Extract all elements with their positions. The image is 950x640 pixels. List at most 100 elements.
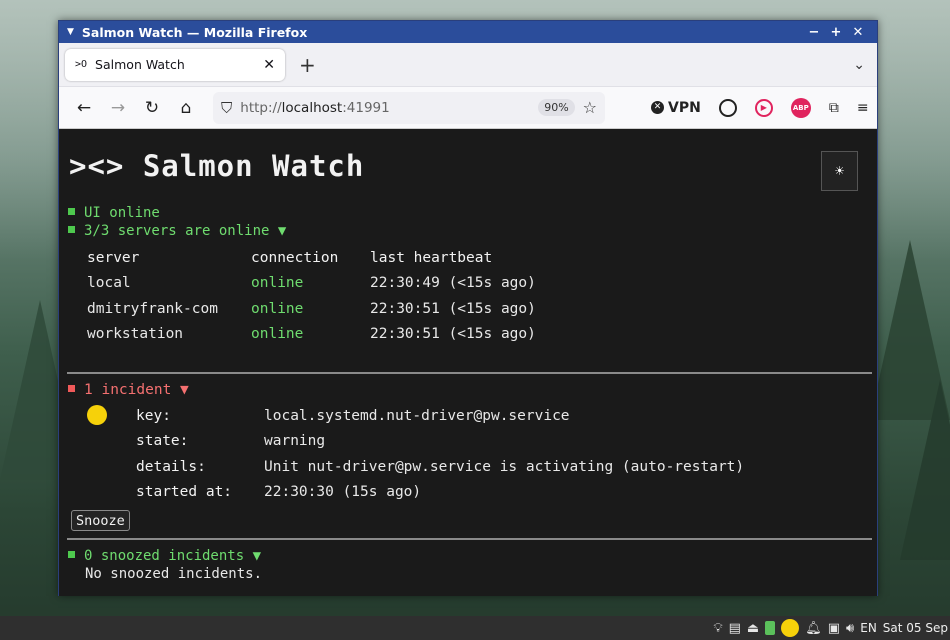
clipboard-icon[interactable]: ▤: [729, 621, 741, 636]
tab-salmon-watch[interactable]: >O Salmon Watch ✕: [65, 48, 285, 81]
alert-status-icon: [68, 385, 75, 392]
incident-field: key: local.systemd.nut-driver@pw.service: [136, 403, 744, 429]
adblock-icon: ABP: [790, 97, 811, 118]
video-extension-button[interactable]: ▶: [754, 93, 773, 123]
app-menu-button[interactable]: ≡: [857, 93, 869, 123]
table-row: dmitryfrank-com online 22:30:51 (<15s ag…: [87, 296, 536, 322]
last-heartbeat: 22:30:49 (<15s ago): [370, 275, 536, 292]
tab-favicon-icon: >O: [75, 59, 88, 70]
snoozed-status-toggle[interactable]: 0 snoozed incidents ▼: [68, 548, 261, 564]
field-key: key:: [136, 407, 171, 424]
lightbulb-icon[interactable]: 💡︎: [714, 621, 723, 636]
section-divider: [67, 538, 872, 540]
last-heartbeat: 22:30:51 (<15s ago): [370, 300, 536, 317]
table-row: workstation online 22:30:51 (<15s ago): [87, 322, 536, 348]
connection-status: online: [251, 326, 304, 343]
field-key: started at:: [136, 484, 233, 501]
url-port: :41991: [342, 99, 390, 116]
window-title: Salmon Watch — Mozilla Firefox: [81, 24, 308, 40]
incidents-status-label: 1 incident ▼: [84, 382, 189, 398]
ok-status-icon: [68, 226, 75, 233]
field-value: Unit nut-driver@pw.service is activating…: [264, 458, 745, 475]
incident-details: key: local.systemd.nut-driver@pw.service …: [136, 403, 744, 505]
back-button[interactable]: ←: [67, 93, 101, 123]
tab-bar: >O Salmon Watch ✕ + ⌄: [59, 43, 877, 87]
field-key: details:: [136, 458, 206, 475]
theme-toggle-button[interactable]: ☀: [821, 151, 858, 191]
server-name: workstation: [87, 326, 184, 343]
browser-window: ▼ Salmon Watch — Mozilla Firefox − + ✕ >…: [58, 20, 878, 596]
tab-list-chevron-icon[interactable]: ⌄: [853, 57, 865, 73]
close-window-button[interactable]: ✕: [847, 25, 869, 40]
vpn-icon: ✕: [651, 101, 664, 114]
snoozed-status-label: 0 snoozed incidents ▼: [84, 548, 262, 564]
close-tab-icon[interactable]: ✕: [263, 57, 275, 73]
header-last-heartbeat: last heartbeat: [370, 249, 493, 266]
ok-status-icon: [68, 551, 75, 558]
tree: [900, 380, 950, 560]
volume-icon[interactable]: 🔊︎: [846, 621, 854, 636]
table-row: local online 22:30:49 (<15s ago): [87, 271, 536, 297]
field-value: warning: [264, 433, 326, 450]
maximize-button[interactable]: +: [825, 25, 847, 40]
zoom-level-badge[interactable]: 90%: [538, 99, 575, 116]
minimize-button[interactable]: −: [803, 25, 825, 40]
account-button[interactable]: [718, 93, 737, 123]
shield-icon[interactable]: ⛉: [221, 99, 232, 117]
last-heartbeat: 22:30:51 (<15s ago): [370, 326, 536, 343]
url-bar[interactable]: ⛉ http://localhost:41991 90% ☆: [213, 91, 605, 124]
lock-icon[interactable]: [765, 621, 776, 635]
servers-status-label: 3/3 servers are online ▼: [84, 223, 287, 239]
bookmark-star-icon[interactable]: ☆: [583, 98, 597, 117]
clock[interactable]: Sat 05 Sep: [883, 621, 948, 635]
vpn-extension-button[interactable]: ✕ VPN: [651, 93, 701, 123]
snooze-button[interactable]: Snooze: [71, 510, 130, 531]
server-name: local: [87, 275, 131, 292]
url-host: localhost: [281, 99, 343, 116]
url-text[interactable]: http://localhost:41991: [240, 100, 538, 116]
ui-status: UI online: [68, 205, 160, 221]
table-header: server connection last heartbeat: [87, 245, 536, 271]
play-icon: ▶: [754, 98, 773, 117]
vpn-label: VPN: [668, 99, 701, 116]
tab-label: Salmon Watch: [95, 57, 185, 72]
snoozed-empty-message: No snoozed incidents.: [85, 566, 263, 582]
warning-indicator-icon: [87, 405, 107, 425]
system-tray: 💡︎ ▤ ⏏ 🔔︎ ▣ 🔊︎ EN Sat 05 Sep: [714, 616, 950, 640]
reload-button[interactable]: ↻: [135, 93, 169, 123]
adblock-extension-button[interactable]: ABP: [790, 93, 811, 123]
window-menu-icon[interactable]: ▼: [67, 27, 74, 37]
page-title: ><> Salmon Watch: [69, 149, 365, 183]
field-key: state:: [136, 433, 189, 450]
forward-button[interactable]: →: [101, 93, 135, 123]
incident-field: started at: 22:30:30 (15s ago): [136, 480, 744, 506]
url-scheme: http://: [240, 99, 282, 116]
updates-icon[interactable]: ⏏: [747, 621, 759, 636]
battery-icon[interactable]: ▣: [828, 621, 840, 636]
incidents-status-toggle[interactable]: 1 incident ▼: [68, 382, 189, 398]
account-icon: [718, 98, 737, 117]
connection-status: online: [251, 275, 304, 292]
server-name: dmitryfrank-com: [87, 300, 218, 317]
section-divider: [67, 372, 872, 374]
incident-field: state: warning: [136, 429, 744, 455]
ui-status-label: UI online: [84, 205, 160, 221]
home-button[interactable]: ⌂: [169, 93, 203, 123]
keyboard-layout[interactable]: EN: [860, 621, 877, 635]
incident-field: details: Unit nut-driver@pw.service is ac…: [136, 454, 744, 480]
servers-table: server connection last heartbeat local o…: [87, 245, 536, 347]
window-titlebar: ▼ Salmon Watch — Mozilla Firefox − + ✕: [59, 21, 877, 43]
ok-status-icon: [68, 208, 75, 215]
field-value: 22:30:30 (15s ago): [264, 484, 422, 501]
connection-status: online: [251, 300, 304, 317]
header-connection: connection: [251, 249, 339, 266]
header-server: server: [87, 249, 140, 266]
status-indicator-icon[interactable]: [781, 619, 800, 637]
page-content: ><> Salmon Watch ☀ UI online 3/3 servers…: [59, 129, 877, 596]
navigation-toolbar: ← → ↻ ⌂ ⛉ http://localhost:41991 90% ☆ ✕…: [59, 87, 877, 129]
servers-status-toggle[interactable]: 3/3 servers are online ▼: [68, 223, 286, 239]
new-tab-button[interactable]: +: [299, 53, 316, 77]
extensions-button[interactable]: ⧉: [829, 93, 839, 123]
field-value: local.systemd.nut-driver@pw.service: [264, 407, 570, 424]
notifications-bell-icon[interactable]: 🔔︎: [805, 621, 822, 636]
